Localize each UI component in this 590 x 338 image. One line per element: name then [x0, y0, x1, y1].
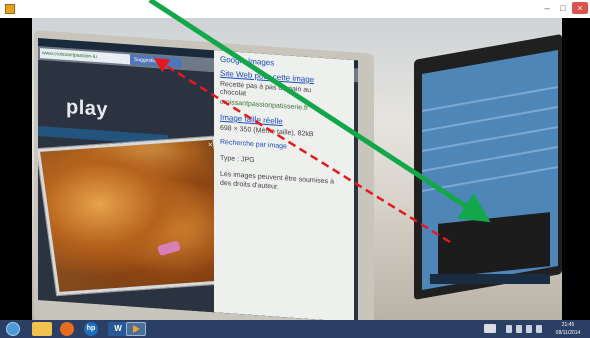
clock-date: 08/11/2014 [555, 330, 581, 336]
flag-icon[interactable] [516, 325, 522, 333]
clock-time: 21:45 [561, 322, 575, 328]
annotation-arrows [148, 0, 491, 244]
taskbar: hp W 21:45 08/11/2014 [0, 320, 590, 338]
hp-icon[interactable]: hp [84, 322, 98, 336]
firefox-icon[interactable] [60, 322, 74, 336]
file-explorer-icon[interactable] [32, 322, 52, 336]
green-arrow [148, 0, 491, 223]
play-icon [133, 325, 140, 333]
media-player-icon[interactable] [126, 322, 146, 336]
keyboard-icon[interactable] [484, 324, 496, 333]
volume-icon[interactable] [536, 325, 542, 333]
network-icon[interactable] [526, 325, 532, 333]
tray-arrow-icon[interactable] [506, 325, 512, 333]
clock[interactable]: 21:45 08/11/2014 [550, 321, 586, 337]
start-button[interactable] [6, 322, 20, 336]
red-dashed-arrow [153, 58, 451, 244]
word-icon[interactable]: W [108, 322, 128, 336]
